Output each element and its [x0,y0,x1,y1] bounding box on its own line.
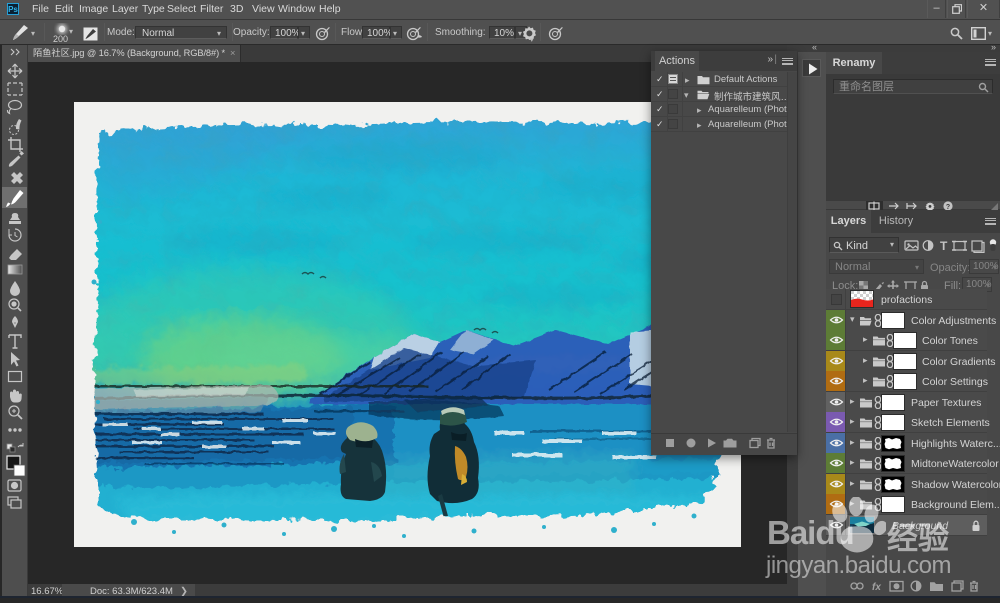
svg-text:fx: fx [872,582,881,593]
svg-text:T: T [940,239,948,253]
